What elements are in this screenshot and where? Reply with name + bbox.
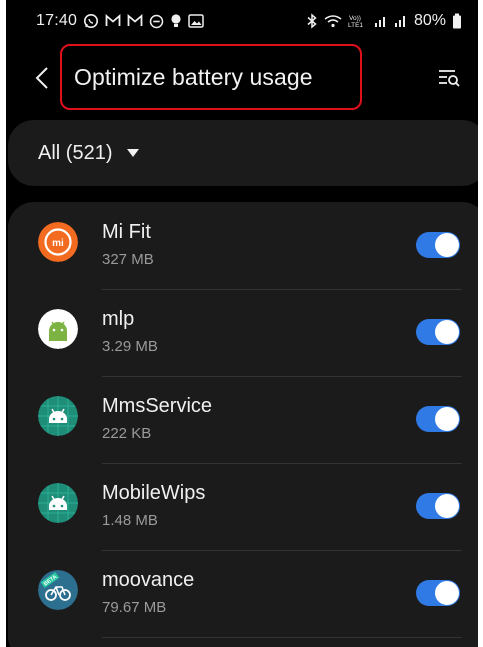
wifi-icon	[324, 14, 342, 28]
app-size: 79.67 MB	[102, 599, 167, 616]
page-title: Optimize battery usage	[74, 63, 313, 90]
app-list: mi Mi Fit 327 MB mlp 3.29 MB MmsService …	[8, 202, 478, 647]
app-name: Mi Fit	[102, 221, 151, 243]
battery-optimization-toggle[interactable]	[416, 232, 460, 258]
app-size: 1.48 MB	[102, 512, 158, 529]
do-not-disturb-icon	[149, 14, 164, 29]
svg-text:mi: mi	[52, 238, 64, 249]
list-item-mmsservice[interactable]: MmsService 222 KB	[8, 376, 478, 463]
signal-icon	[374, 14, 388, 28]
app-size: 222 KB	[102, 425, 152, 442]
battery-optimization-toggle[interactable]	[416, 406, 460, 432]
svg-text:Vo)): Vo))	[349, 15, 361, 22]
app-bar: Optimize battery usage	[6, 42, 478, 114]
mi-fit-icon: mi	[38, 222, 78, 262]
filter-label: All (521)	[38, 141, 113, 164]
divider	[102, 637, 462, 638]
gallery-icon	[188, 14, 204, 28]
list-item-mobilewips[interactable]: MobileWips 1.48 MB	[8, 463, 478, 550]
search-list-icon	[439, 70, 460, 87]
svg-text:LTE1: LTE1	[348, 22, 363, 28]
app-name: MobileWips	[102, 482, 206, 504]
app-name: moovance	[102, 569, 195, 591]
android-teal-icon	[38, 396, 78, 436]
battery-optimization-toggle[interactable]	[416, 580, 460, 606]
app-size: 327 MB	[102, 251, 154, 268]
android-teal-icon	[38, 483, 78, 523]
android-icon	[38, 309, 78, 349]
toggle-knob	[435, 407, 459, 431]
status-right: Vo)) LTE1 80%	[306, 12, 462, 30]
whatsapp-icon	[83, 13, 99, 29]
list-item-mi-fit[interactable]: mi Mi Fit 327 MB	[8, 202, 478, 289]
phone-screen: 17:40 Vo)) LTE1 80% Optimize battery usa…	[6, 0, 478, 647]
search-list-button[interactable]	[436, 66, 462, 90]
toggle-knob	[435, 581, 459, 605]
status-left: 17:40	[36, 12, 204, 30]
status-bar: 17:40 Vo)) LTE1 80%	[6, 0, 478, 42]
toggle-knob	[435, 320, 459, 344]
bluetooth-icon	[306, 13, 318, 29]
toggle-knob	[435, 494, 459, 518]
app-filter-dropdown[interactable]: All (521)	[8, 120, 478, 186]
bulb-icon	[170, 13, 182, 29]
battery-icon	[452, 13, 462, 29]
app-size: 3.29 MB	[102, 338, 158, 355]
status-time: 17:40	[36, 12, 78, 29]
back-button[interactable]	[28, 62, 56, 94]
battery-optimization-toggle[interactable]	[416, 493, 460, 519]
gmail-icon	[127, 14, 143, 28]
volte-icon: Vo)) LTE1	[348, 14, 368, 28]
title-highlight-box: Optimize battery usage	[60, 44, 362, 110]
battery-optimization-toggle[interactable]	[416, 319, 460, 345]
moovance-icon: BETA	[38, 570, 78, 610]
caret-down-icon	[126, 148, 140, 158]
app-name: MmsService	[102, 395, 213, 417]
toggle-knob	[435, 233, 459, 257]
signal-icon	[394, 14, 408, 28]
battery-percent: 80%	[413, 12, 446, 29]
app-name: mlp	[102, 308, 135, 330]
list-item-moovance[interactable]: BETA moovance 79.67 MB	[8, 550, 478, 637]
list-item-mlp[interactable]: mlp 3.29 MB	[8, 289, 478, 376]
chevron-left-icon	[35, 67, 48, 89]
gmail-icon	[105, 14, 121, 28]
